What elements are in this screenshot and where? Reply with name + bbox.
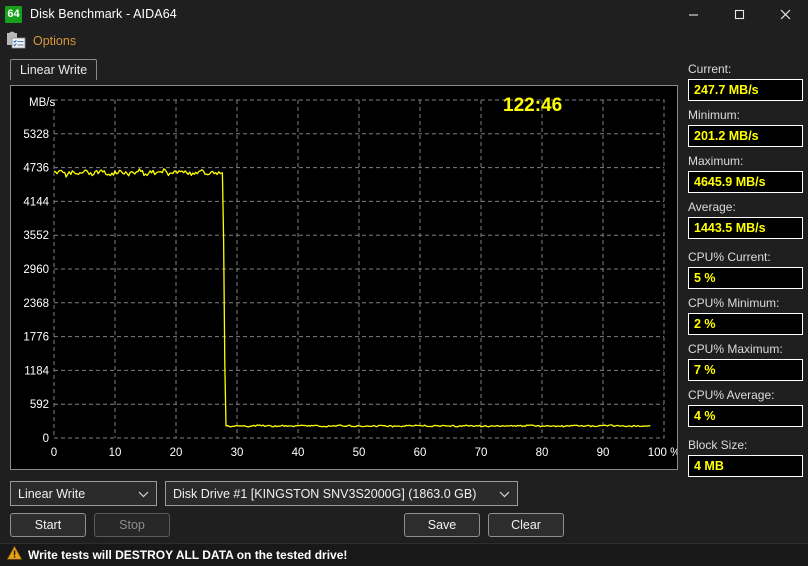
- button-row: Start Stop Save Clear: [10, 513, 564, 537]
- chart-x-tick-label: 10: [109, 447, 122, 459]
- chart-x-tick-label: 70: [475, 447, 488, 459]
- stat-cpu-maximum-value: 7 %: [688, 359, 803, 381]
- stat-cpu-current: CPU% Current: 5 %: [688, 250, 803, 289]
- chart-y-tick-label: 1776: [23, 332, 49, 344]
- maximize-button[interactable]: [716, 0, 762, 28]
- menu-bar: Options: [0, 28, 808, 54]
- close-button[interactable]: [762, 0, 808, 28]
- save-button[interactable]: Save: [404, 513, 480, 537]
- aida64-icon: 64: [5, 5, 22, 23]
- stat-current-label: Current:: [688, 62, 732, 76]
- chart-y-tick-label: 4736: [23, 163, 49, 175]
- chart-y-tick-label: 3552: [23, 230, 49, 242]
- window-controls: [670, 0, 808, 28]
- stat-current: Current: 247.7 MB/s: [688, 62, 803, 101]
- chart-x-tick-label: 20: [170, 447, 183, 459]
- stat-average-label: Average:: [688, 200, 736, 214]
- statistics-panel: Current: 247.7 MB/s Minimum: 201.2 MB/s Maxi…: [688, 62, 803, 484]
- clear-button[interactable]: Clear: [488, 513, 564, 537]
- warning-triangle-icon: [6, 545, 23, 565]
- stat-average: Average: 1443.5 MB/s: [688, 200, 803, 239]
- stat-cpu-average-label: CPU% Average:: [688, 388, 775, 402]
- options-menu-item[interactable]: Options: [33, 34, 76, 48]
- stat-current-value: 247.7 MB/s: [688, 79, 803, 101]
- stat-cpu-maximum-label: CPU% Maximum:: [688, 342, 783, 356]
- stat-cpu-average: CPU% Average: 4 %: [688, 388, 803, 427]
- chart-x-tick-label: 50: [353, 447, 366, 459]
- title-bar: 64 Disk Benchmark - AIDA64: [0, 0, 808, 28]
- chart-y-tick-label: 2368: [23, 298, 49, 310]
- chart-y-tick-label: 1184: [24, 365, 49, 377]
- chart-x-tick-label: 100 %: [648, 447, 677, 459]
- test-type-value: Linear Write: [18, 486, 86, 501]
- stat-maximum-label: Maximum:: [688, 154, 744, 168]
- start-button[interactable]: Start: [10, 513, 86, 537]
- stat-cpu-minimum-label: CPU% Minimum:: [688, 296, 780, 310]
- stat-maximum: Maximum: 4645.9 MB/s: [688, 154, 803, 193]
- chart-y-tick-label: 5328: [23, 129, 49, 141]
- stat-cpu-minimum-value: 2 %: [688, 313, 803, 335]
- chart-x-tick-label: 80: [536, 447, 549, 459]
- chart-y-tick-label: 592: [30, 399, 49, 411]
- chart-x-tick-label: 90: [597, 447, 610, 459]
- options-gear-checklist-icon: [6, 31, 28, 51]
- stat-block-size: Block Size: 4 MB: [688, 438, 803, 477]
- stat-block-size-value: 4 MB: [688, 455, 803, 477]
- stat-cpu-maximum: CPU% Maximum: 7 %: [688, 342, 803, 381]
- chart-canvas: 0 592 1184 1776 2368 2960 3552 4144 4736 5328 0 10…: [11, 86, 677, 469]
- chart-y-tick-label: 4144: [23, 196, 49, 208]
- drive-value: Disk Drive #1 [KINGSTON SNV3S2000G] (186…: [173, 486, 477, 501]
- chevron-down-icon: [499, 487, 510, 501]
- stop-button[interactable]: Stop: [94, 513, 170, 537]
- stat-minimum-label: Minimum:: [688, 108, 741, 122]
- tab-linear-write[interactable]: Linear Write: [10, 59, 98, 80]
- chart-y-tick-label: 0: [43, 433, 49, 445]
- chart-y-axis-title: MB/s: [29, 97, 55, 109]
- chart-x-tick-label: 60: [414, 447, 427, 459]
- warning-bar: Write tests will DESTROY ALL DATA on the…: [0, 543, 808, 566]
- window-title: Disk Benchmark - AIDA64: [30, 7, 177, 21]
- elapsed-timer: 122:46: [503, 95, 562, 116]
- chart-x-tick-label: 40: [292, 447, 305, 459]
- minimize-button[interactable]: [670, 0, 716, 28]
- drive-dropdown[interactable]: Disk Drive #1 [KINGSTON SNV3S2000G] (186…: [165, 481, 518, 506]
- stat-block-size-label: Block Size:: [688, 438, 748, 452]
- linear-write-chart: 0 592 1184 1776 2368 2960 3552 4144 4736 5328 0 10…: [11, 86, 677, 469]
- stat-cpu-current-value: 5 %: [688, 267, 803, 289]
- chart-background: [11, 86, 677, 469]
- stat-cpu-average-value: 4 %: [688, 405, 803, 427]
- chart-panel: 0 592 1184 1776 2368 2960 3552 4144 4736 5328 0 10…: [10, 85, 678, 470]
- selector-row: Linear Write Disk Drive #1 [KINGSTON SNV…: [10, 481, 518, 506]
- stat-average-value: 1443.5 MB/s: [688, 217, 803, 239]
- chart-x-tick-label: 30: [231, 447, 244, 459]
- stat-cpu-minimum: CPU% Minimum: 2 %: [688, 296, 803, 335]
- stat-maximum-value: 4645.9 MB/s: [688, 171, 803, 193]
- chart-y-tick-label: 2960: [23, 264, 49, 276]
- test-type-dropdown[interactable]: Linear Write: [10, 481, 157, 506]
- warning-message: Write tests will DESTROY ALL DATA on the…: [28, 548, 348, 562]
- stat-minimum: Minimum: 201.2 MB/s: [688, 108, 803, 147]
- chevron-down-icon: [138, 487, 149, 501]
- chart-x-tick-label: 0: [51, 447, 57, 459]
- stat-cpu-current-label: CPU% Current:: [688, 250, 771, 264]
- stat-minimum-value: 201.2 MB/s: [688, 125, 803, 147]
